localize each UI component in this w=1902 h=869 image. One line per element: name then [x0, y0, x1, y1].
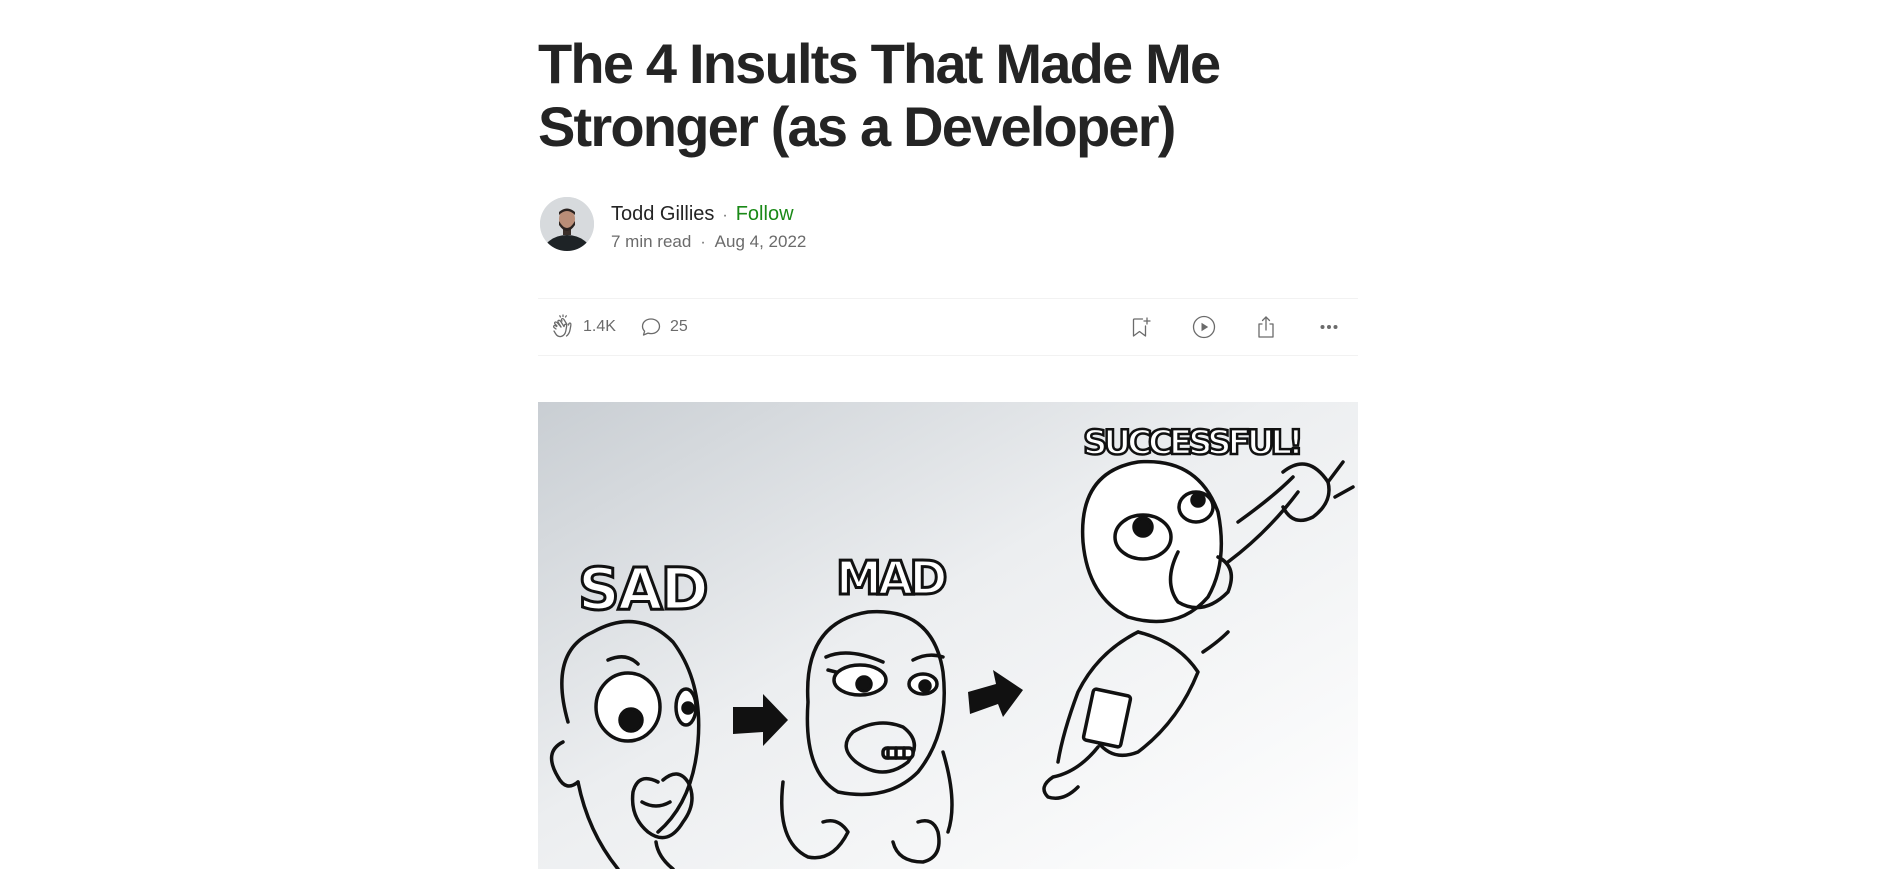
hero-illustration: SAD MAD SUCCESSFUL! [538, 402, 1358, 869]
article-title: The 4 Insults That Made Me Stronger (as a… [538, 32, 1358, 158]
byline: Todd Gillies · Follow 7 min read · Aug 4, 20… [538, 197, 1358, 253]
clap-count: 1.4K [583, 318, 616, 335]
label-successful: SUCCESSFUL! [1083, 423, 1300, 463]
more-icon [1316, 314, 1342, 340]
responses-button[interactable]: 25 [639, 299, 688, 355]
more-button[interactable] [1316, 299, 1342, 355]
listen-icon [1191, 314, 1217, 340]
label-mad: MAD [836, 551, 945, 605]
action-bar: 1.4K 25 [538, 298, 1358, 356]
author-line: Todd Gillies · Follow [611, 202, 794, 228]
bookmark-icon [1128, 315, 1152, 339]
hero-image: SAD MAD SUCCESSFUL! [538, 402, 1358, 869]
share-icon [1253, 314, 1279, 340]
listen-button[interactable] [1191, 299, 1217, 355]
author-avatar[interactable] [540, 197, 594, 251]
follow-button[interactable]: Follow [736, 203, 794, 225]
bookmark-button[interactable] [1128, 299, 1152, 355]
clap-icon [550, 314, 576, 340]
label-sad: SAD [578, 555, 707, 623]
publish-date: Aug 4, 2022 [714, 232, 807, 251]
response-icon [639, 315, 663, 339]
share-button[interactable] [1253, 299, 1279, 355]
title-line-2: Stronger (as a Developer) [538, 95, 1176, 158]
author-name[interactable]: Todd Gillies [611, 203, 714, 225]
title-line-1: The 4 Insults That Made Me [538, 32, 1221, 95]
article-meta: 7 min read · Aug 4, 2022 [611, 232, 806, 253]
clap-button[interactable]: 1.4K [550, 299, 616, 355]
read-time: 7 min read [611, 232, 692, 251]
avatar-image [540, 197, 594, 251]
meta-separator: · [700, 234, 706, 251]
response-count: 25 [670, 318, 688, 335]
author-separator: · [722, 207, 728, 224]
